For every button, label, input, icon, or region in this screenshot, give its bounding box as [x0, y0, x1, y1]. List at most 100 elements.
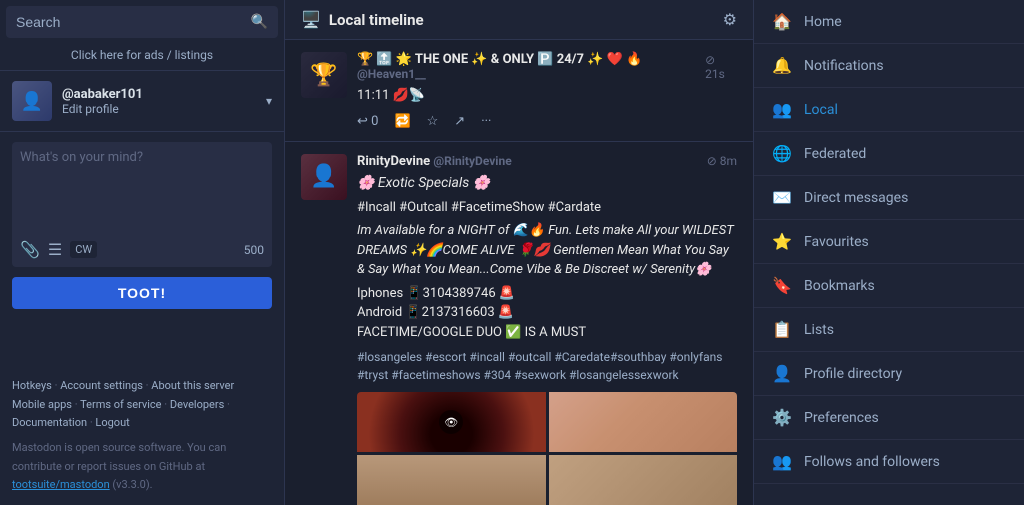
reply-button[interactable]: ↩ 0: [357, 114, 378, 129]
timeline-title-text: Local timeline: [329, 11, 424, 29]
sidebar-item-label: Direct messages: [804, 190, 908, 206]
sidebar-item-federated[interactable]: 🌐 Federated: [754, 132, 1024, 176]
post-username: RinityDevine @RinityDevine: [357, 154, 512, 169]
list-icon[interactable]: ☰: [48, 240, 62, 259]
hotkeys-link[interactable]: Hotkeys: [12, 379, 52, 392]
media-thumb[interactable]: [549, 455, 738, 505]
avatar: 👤: [301, 154, 347, 200]
terms-link[interactable]: Terms of service: [80, 398, 161, 411]
character-counter: 500: [244, 243, 264, 257]
home-icon: 🏠: [772, 12, 792, 31]
preferences-icon: ⚙️: [772, 408, 792, 427]
profile-info: @aabaker101 Edit profile: [62, 87, 266, 116]
avatar: 🏆: [301, 52, 347, 98]
search-icon: 🔍: [251, 14, 268, 30]
compose-tools: 📎 ☰ CW: [20, 240, 97, 259]
sidebar-item-label: Notifications: [804, 58, 884, 74]
profile-directory-icon: 👤: [772, 364, 792, 383]
compose-input[interactable]: [20, 150, 264, 230]
chevron-down-icon[interactable]: ▾: [266, 94, 272, 108]
search-input[interactable]: [16, 14, 251, 30]
eye-icon: 👁: [439, 410, 463, 434]
sidebar-item-label: Preferences: [804, 410, 879, 426]
mobile-apps-link[interactable]: Mobile apps: [12, 398, 72, 411]
toot-button[interactable]: TOOT!: [12, 277, 272, 309]
bookmarks-icon: 🔖: [772, 276, 792, 295]
avatar: 👤: [12, 81, 52, 121]
compose-toolbar: 📎 ☰ CW 500: [20, 240, 264, 259]
sidebar-item-label: Lists: [804, 322, 834, 338]
more-button[interactable]: ···: [481, 114, 491, 129]
post-time: ⊘ 8m: [707, 154, 737, 168]
timeline-body: 🏆 🏆 🔝 🌟 THE ONE ✨ & ONLY 🅿️ 24/7 ✨ ❤️ 🔥 …: [285, 40, 753, 505]
edit-profile-link[interactable]: Edit profile: [62, 102, 266, 116]
left-sidebar: 🔍 Click here for ads / listings 👤 @aabak…: [0, 0, 285, 505]
media-thumb[interactable]: [357, 455, 546, 505]
documentation-link[interactable]: Documentation: [12, 416, 87, 429]
lists-icon: 📋: [772, 320, 792, 339]
favourite-button[interactable]: ☆: [427, 114, 439, 129]
sidebar-item-direct-messages[interactable]: ✉️ Direct messages: [754, 176, 1024, 220]
sidebar-item-local[interactable]: 👥 Local: [754, 88, 1024, 132]
sidebar-item-favourites[interactable]: ⭐ Favourites: [754, 220, 1024, 264]
sidebar-item-label: Follows and followers: [804, 454, 940, 470]
sidebar-item-preferences[interactable]: ⚙️ Preferences: [754, 396, 1024, 440]
share-button[interactable]: ↗: [454, 114, 465, 129]
post-content: RinityDevine @RinityDevine ⊘ 8m 🌸 Exotic…: [357, 154, 737, 505]
timeline-settings-icon[interactable]: ⚙: [723, 10, 737, 29]
repo-link[interactable]: tootsuite/mastodon: [12, 478, 110, 491]
profile-section[interactable]: 👤 @aabaker101 Edit profile ▾: [0, 71, 284, 132]
developers-link[interactable]: Developers: [170, 398, 224, 411]
profile-username: @aabaker101: [62, 87, 266, 102]
table-row: 👤 RinityDevine @RinityDevine ⊘ 8m 🌸 Exot…: [285, 142, 753, 505]
about-server-link[interactable]: About this server: [151, 379, 234, 392]
media-thumb[interactable]: [549, 392, 738, 452]
sidebar-item-label: Bookmarks: [804, 278, 875, 294]
post-handle: @RinityDevine: [433, 154, 511, 168]
cw-button[interactable]: CW: [70, 241, 97, 258]
sidebar-item-follows-and-followers[interactable]: 👥 Follows and followers: [754, 440, 1024, 484]
attachment-icon[interactable]: 📎: [20, 240, 40, 259]
follows-and-followers-icon: 👥: [772, 452, 792, 471]
post-media-grid: 👁: [357, 392, 737, 505]
sidebar-item-label: Favourites: [804, 234, 869, 250]
sidebar-item-label: Profile directory: [804, 366, 902, 382]
logout-link[interactable]: Logout: [95, 416, 129, 429]
post-body: 11:11 💋📡: [357, 86, 737, 106]
sidebar-item-profile-directory[interactable]: 👤 Profile directory: [754, 352, 1024, 396]
post-time: ⊘ 21s: [705, 53, 737, 81]
favourites-icon: ⭐: [772, 232, 792, 251]
post-content: 🏆 🔝 🌟 THE ONE ✨ & ONLY 🅿️ 24/7 ✨ ❤️ 🔥 @H…: [357, 52, 737, 129]
sidebar-item-home[interactable]: 🏠 Home: [754, 0, 1024, 44]
right-nav: 🏠 Home 🔔 Notifications 👥 Local 🌐 Federated ✉️ Dir…: [754, 0, 1024, 505]
main-timeline: 🖥️ Local timeline ⚙ 🏆 🏆 🔝 🌟 THE ONE ✨ & …: [285, 0, 754, 505]
post-actions: ↩ 0 🔁 ☆ ↗ ···: [357, 114, 737, 129]
sidebar-item-bookmarks[interactable]: 🔖 Bookmarks: [754, 264, 1024, 308]
notifications-icon: 🔔: [772, 56, 792, 75]
account-settings-link[interactable]: Account settings: [60, 379, 143, 392]
post-header: RinityDevine @RinityDevine ⊘ 8m: [357, 154, 737, 169]
boost-button[interactable]: 🔁: [394, 114, 410, 129]
mastodon-text: Mastodon is open source software. You ca…: [12, 441, 226, 473]
post-body: 🌸 Exotic Specials 🌸 #Incall #Outcall #Fa…: [357, 173, 737, 385]
local-icon: 👥: [772, 100, 792, 119]
search-bar[interactable]: 🔍: [6, 6, 278, 38]
sidebar-item-label: Local: [804, 102, 838, 118]
sidebar-item-notifications[interactable]: 🔔 Notifications: [754, 44, 1024, 88]
sidebar-item-label: Home: [804, 14, 842, 30]
sidebar-item-lists[interactable]: 📋 Lists: [754, 308, 1024, 352]
direct-messages-icon: ✉️: [772, 188, 792, 207]
compose-area: 📎 ☰ CW 500: [12, 142, 272, 267]
post-header: 🏆 🔝 🌟 THE ONE ✨ & ONLY 🅿️ 24/7 ✨ ❤️ 🔥 @H…: [357, 52, 737, 82]
version-text: (v3.3.0).: [112, 478, 152, 491]
local-timeline-icon: 🖥️: [301, 10, 321, 29]
post-handle: @Heaven1__: [357, 67, 426, 81]
federated-icon: 🌐: [772, 144, 792, 163]
sidebar-item-label: Federated: [804, 146, 866, 162]
table-row: 🏆 🏆 🔝 🌟 THE ONE ✨ & ONLY 🅿️ 24/7 ✨ ❤️ 🔥 …: [285, 40, 753, 142]
ads-link[interactable]: Click here for ads / listings: [0, 44, 284, 71]
sidebar-footer: Hotkeys · Account settings · About this …: [0, 367, 284, 505]
post-username: 🏆 🔝 🌟 THE ONE ✨ & ONLY 🅿️ 24/7 ✨ ❤️ 🔥 @H…: [357, 52, 705, 82]
media-thumb[interactable]: 👁: [357, 392, 546, 452]
timeline-title: 🖥️ Local timeline: [301, 10, 424, 29]
